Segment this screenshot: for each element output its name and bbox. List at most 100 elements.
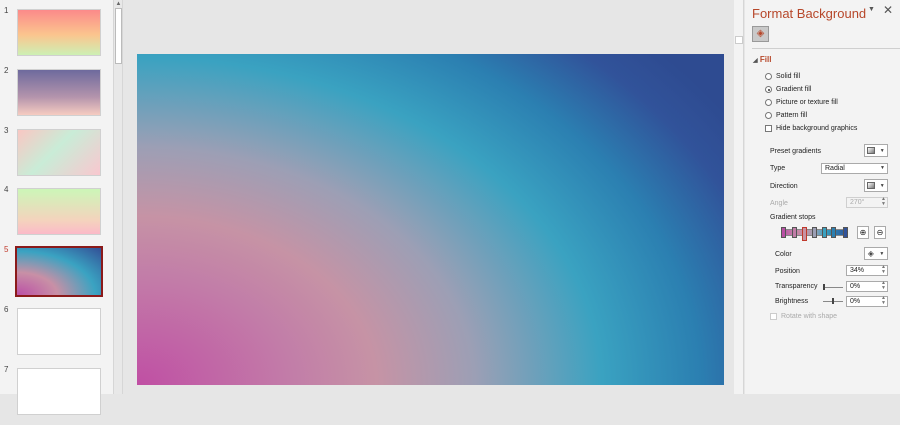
radio-button[interactable] (765, 99, 772, 106)
angle-input: 270° ▲ ▼ (846, 197, 888, 208)
slide-thumbnail[interactable] (17, 69, 101, 116)
transparency-value: 0% (850, 283, 861, 290)
paint-bucket-icon[interactable]: ◈ (752, 26, 769, 42)
angle-label: Angle (770, 200, 788, 207)
thumbnail-number: 4 (4, 185, 9, 194)
radio-button[interactable] (765, 73, 772, 80)
type-value: Radial (825, 165, 845, 172)
solid-fill-label: Solid fill (776, 73, 801, 80)
chevron-down-icon[interactable]: ▼ (868, 6, 875, 13)
divider (752, 48, 900, 49)
slide-canvas (124, 0, 737, 394)
hide-background-graphics-option[interactable]: Hide background graphics (765, 125, 857, 132)
close-icon[interactable]: ✕ (883, 3, 893, 17)
thumbnails-scrollbar[interactable]: ▲ (113, 0, 123, 394)
spinner-arrows-icon[interactable]: ▲ ▼ (881, 281, 886, 291)
scrollbar-thumb[interactable] (115, 8, 122, 64)
type-dropdown[interactable]: Radial ▼ (821, 163, 888, 174)
hide-graphics-label: Hide background graphics (776, 125, 858, 132)
fill-section-header[interactable]: ◢ Fill (753, 55, 771, 64)
radio-button[interactable] (765, 86, 772, 93)
chevron-down-icon: ▼ (879, 182, 885, 189)
spinner-arrows-icon[interactable]: ▲ ▼ (881, 265, 886, 275)
slide-thumbnail[interactable] (17, 308, 101, 355)
gradient-stop[interactable] (831, 227, 836, 238)
checkbox (770, 313, 777, 320)
brightness-slider-thumb[interactable] (832, 298, 834, 304)
slide-thumbnail[interactable] (17, 368, 101, 415)
transparency-slider-thumb[interactable] (823, 284, 825, 290)
checkbox[interactable] (765, 125, 772, 132)
picture-fill-option[interactable]: Picture or texture fill (765, 99, 838, 106)
gradient-fill-label: Gradient fill (776, 86, 812, 93)
thumbnail-number: 2 (4, 66, 9, 75)
format-background-pane: Format Background ▼ ✕ ◈ ◢ Fill Solid fil… (745, 0, 900, 394)
remove-gradient-stop-icon[interactable]: ⊖ (874, 226, 886, 239)
thumbnail-row[interactable]: 7 (0, 365, 113, 425)
thumbnail-number: 3 (4, 126, 9, 135)
color-label: Color (775, 251, 792, 258)
chevron-down-icon: ▼ (879, 250, 885, 257)
scroll-up-icon[interactable]: ▲ (115, 0, 122, 8)
rotate-with-shape-option: Rotate with shape (770, 313, 837, 320)
gradient-stops-bar[interactable] (781, 227, 848, 241)
direction-label: Direction (770, 183, 798, 190)
brightness-value: 0% (850, 298, 861, 305)
type-label: Type (770, 165, 786, 172)
brightness-label: Brightness (775, 298, 809, 305)
thumbnail-row[interactable]: 4 (0, 185, 113, 245)
picture-fill-label: Picture or texture fill (776, 99, 838, 106)
gradient-stop[interactable] (781, 227, 786, 238)
position-input[interactable]: 34% ▲ ▼ (846, 265, 888, 276)
thumbnail-row[interactable]: 3 (0, 126, 113, 186)
collapse-triangle-icon: ◢ (753, 58, 758, 64)
direction-swatch-icon (867, 182, 876, 189)
thumbnail-row[interactable]: 6 (0, 305, 113, 365)
slide-thumbnail[interactable] (17, 188, 101, 235)
pane-title: Format Background (752, 6, 867, 21)
chevron-down-icon: ▼ (879, 147, 885, 154)
thumbnail-number: 6 (4, 305, 9, 314)
slide-thumbnail[interactable] (17, 129, 101, 176)
slide-thumbnail-selected[interactable] (15, 246, 103, 297)
gradient-swatch-icon (867, 147, 876, 154)
gradient-stop[interactable] (843, 227, 848, 238)
transparency-input[interactable]: 0% ▲ ▼ (846, 281, 888, 292)
gradient-stop[interactable] (812, 227, 817, 238)
slide-thumbnails-pane: 1 2 3 4 5 6 7 (0, 0, 113, 415)
thumbnail-row[interactable]: 1 (0, 6, 113, 66)
thumbnail-row[interactable]: 5 (0, 245, 113, 305)
add-gradient-stop-icon[interactable]: ⊕ (857, 226, 869, 239)
paint-bucket-icon: ◈ (867, 249, 874, 258)
color-button[interactable]: ◈ ▼ (864, 247, 888, 260)
angle-value: 270° (850, 199, 865, 206)
gradient-stop[interactable] (792, 227, 797, 238)
rotate-with-shape-label: Rotate with shape (781, 313, 838, 320)
chevron-down-icon: ▼ (880, 165, 885, 171)
slide-editor[interactable] (137, 54, 724, 385)
scrollbar-thumb[interactable] (735, 36, 743, 44)
slide-thumbnail[interactable] (17, 9, 101, 56)
direction-button[interactable]: ▼ (864, 179, 888, 192)
preset-gradients-label: Preset gradients (770, 148, 821, 155)
gradient-stop[interactable] (822, 227, 827, 238)
gradient-stop[interactable] (802, 227, 807, 241)
thumbnail-number: 1 (4, 6, 9, 15)
section-label: Fill (759, 55, 772, 64)
brightness-input[interactable]: 0% ▲ ▼ (846, 296, 888, 307)
thumbnail-number: 5 (4, 245, 9, 254)
radio-button[interactable] (765, 112, 772, 119)
thumbnail-number: 7 (4, 365, 9, 374)
spinner-arrows-icon[interactable]: ▲ ▼ (881, 296, 886, 306)
position-value: 34% (850, 267, 865, 274)
thumbnail-row[interactable]: 2 (0, 66, 113, 126)
transparency-slider[interactable] (823, 287, 843, 288)
canvas-scrollbar[interactable] (734, 0, 744, 394)
gradient-fill-option[interactable]: Gradient fill (765, 86, 811, 93)
pattern-fill-label: Pattern fill (776, 112, 808, 119)
solid-fill-option[interactable]: Solid fill (765, 73, 800, 80)
transparency-label: Transparency (775, 283, 818, 290)
pattern-fill-option[interactable]: Pattern fill (765, 112, 807, 119)
spinner-arrows-icon: ▲ ▼ (881, 196, 886, 207)
preset-gradients-button[interactable]: ▼ (864, 144, 888, 157)
